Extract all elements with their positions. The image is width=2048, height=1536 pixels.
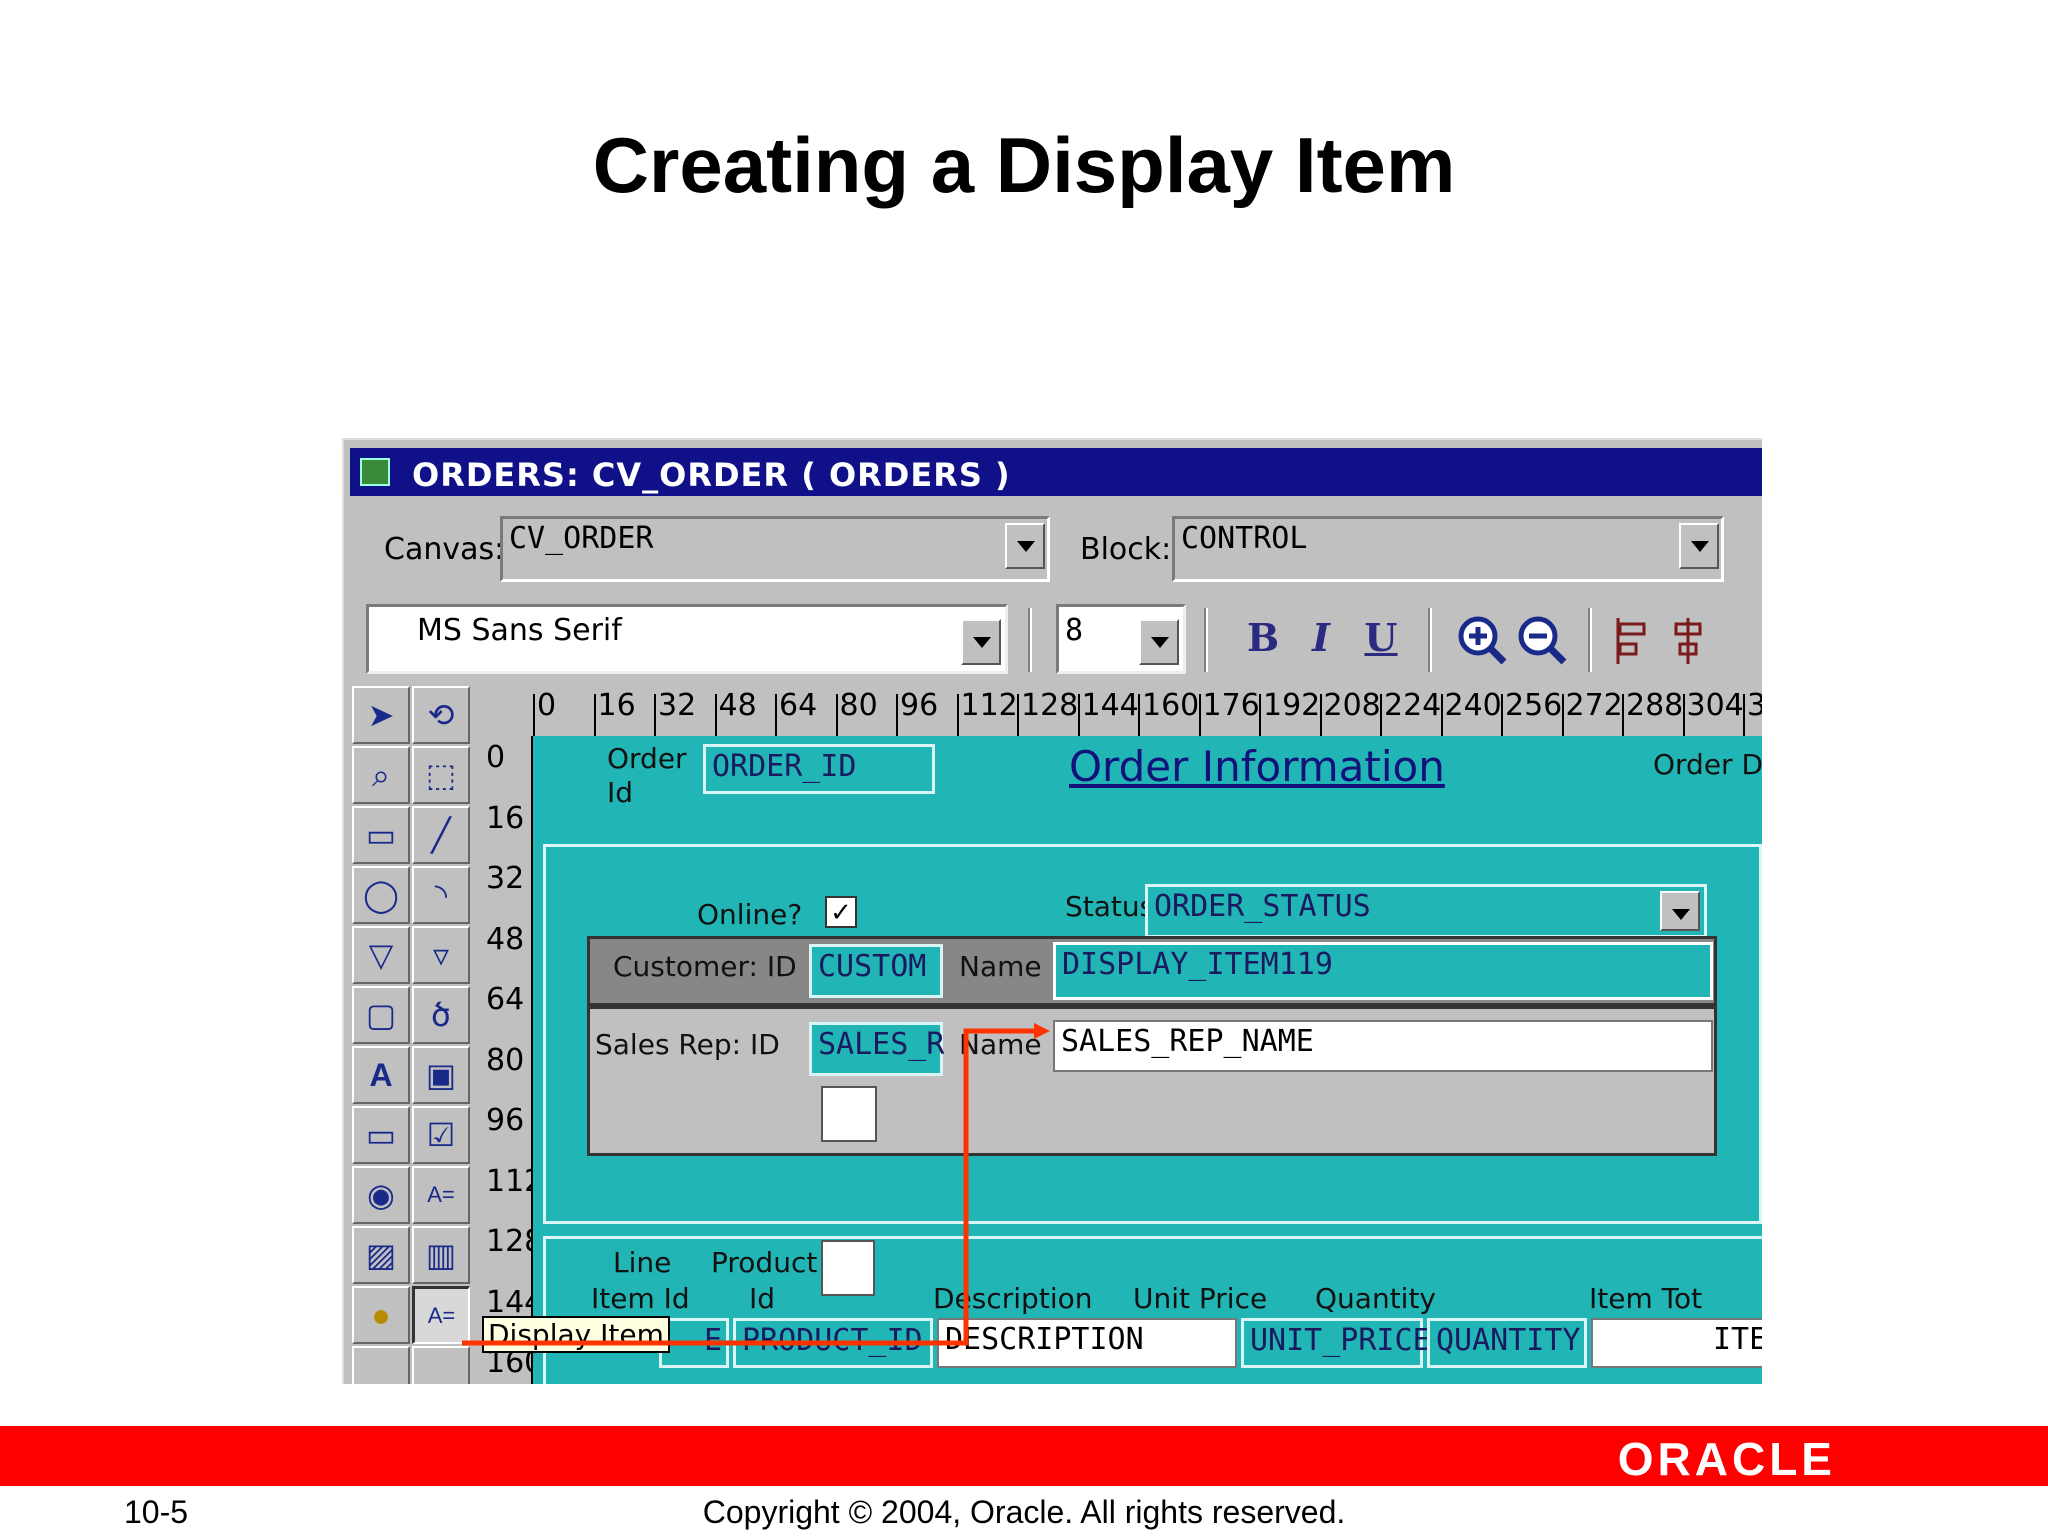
annotation-arrow <box>462 1023 1050 1346</box>
oracle-logo: ORACLE <box>1617 1433 1836 1485</box>
footer-bar: ORACLE <box>0 1426 2048 1486</box>
form-builder-window: ORDERS: CV_ORDER ( ORDERS ) Canvas: CV_O… <box>342 438 1762 1384</box>
copyright-text: Copyright © 2004, Oracle. All rights res… <box>702 1494 1346 1530</box>
slide-title: Creating a Display Item <box>592 121 1456 209</box>
